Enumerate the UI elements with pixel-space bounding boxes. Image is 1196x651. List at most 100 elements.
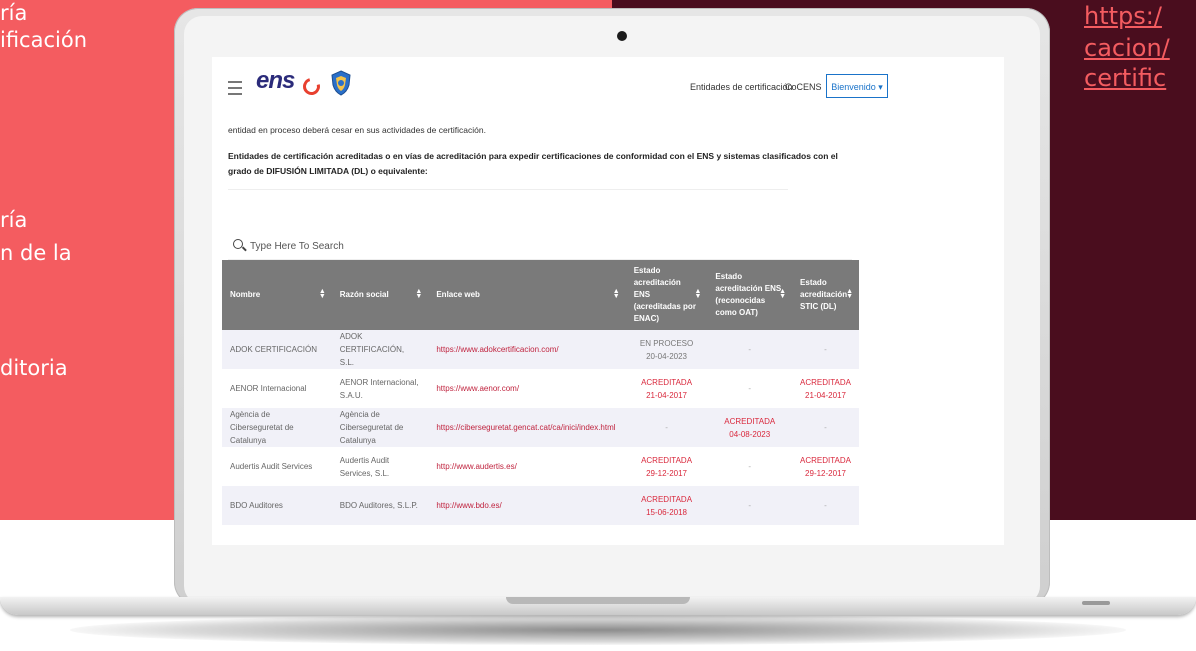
- status-text: ACREDITADA: [641, 494, 693, 504]
- sort-icon[interactable]: ▲ ▼: [779, 288, 786, 300]
- cell-nombre: Agència de Ciberseguretat de Catalunya: [222, 408, 332, 447]
- table-row: AENOR Internacional AENOR Internacional, …: [222, 369, 859, 408]
- cell-web-link[interactable]: http://www.audertis.es/: [428, 447, 626, 486]
- column-header-label: Estado acreditación ENS (acreditadas por…: [633, 266, 696, 323]
- user-menu-button[interactable]: Bienvenido ▾: [826, 74, 888, 98]
- table-body: ADOK CERTIFICACIÓN ADOK CERTIFICACIÓN, S.…: [222, 330, 859, 525]
- status-text: ACREDITADA: [724, 416, 776, 426]
- cell-stic-status: -: [792, 330, 859, 369]
- status-text: ACREDITADA: [641, 377, 693, 387]
- cell-nombre: AENOR Internacional: [222, 369, 332, 408]
- laptop-shadow: [70, 615, 1126, 645]
- cell-enac-status: ACREDITADA 29-12-2017: [625, 447, 708, 486]
- ens-logo-text[interactable]: ens: [256, 67, 295, 95]
- column-header-label: Estado acreditación ENS (reconocidas com…: [715, 272, 782, 317]
- cell-oat-status: -: [707, 486, 793, 525]
- status-date: 21-04-2017: [646, 390, 687, 400]
- cell-oat-status: ACREDITADA 04-08-2023: [707, 408, 793, 447]
- column-header-label: Nombre: [230, 290, 261, 299]
- cell-stic-status: ACREDITADA 29-12-2017: [792, 447, 859, 486]
- shield-icon: [331, 70, 351, 96]
- slide-url-link[interactable]: certific: [1084, 64, 1166, 93]
- main-content: entidad en proceso deberá cesar en sus a…: [212, 121, 1004, 545]
- cell-oat-status: -: [707, 369, 793, 408]
- slide-url-link[interactable]: https:/: [1084, 2, 1162, 31]
- table-row: ADOK CERTIFICACIÓN ADOK CERTIFICACIÓN, S.…: [222, 330, 859, 369]
- cell-razon-social: Audertis Audit Services, S.L.: [331, 447, 429, 486]
- cell-enac-status: -: [625, 408, 708, 447]
- status-text: -: [824, 423, 827, 432]
- nav-entidades-link[interactable]: Entidades de certificación: [690, 82, 793, 92]
- status-date: 29-12-2017: [646, 468, 687, 478]
- column-header-label: Estado acreditación STIC (DL): [800, 278, 848, 311]
- slide-text-fragment: ría: [0, 1, 28, 25]
- status-text: -: [748, 462, 752, 471]
- cell-razon-social: AENOR Internacional, S.A.U.: [331, 369, 429, 408]
- entities-table: Nombre ▲ ▼ Razón social ▲ ▼ Enlace web ▲ ▼ Est…: [222, 260, 859, 525]
- table-header-row: Nombre ▲ ▼ Razón social ▲ ▼ Enlace web ▲ ▼ Est…: [222, 260, 859, 330]
- webcam-icon: [617, 31, 627, 41]
- sort-icon[interactable]: ▲ ▼: [319, 288, 326, 300]
- cell-web-link[interactable]: http://www.bdo.es/: [428, 486, 626, 525]
- cell-oat-status: -: [707, 447, 793, 486]
- cell-web-link[interactable]: https://ciberseguretat.gencat.cat/ca/ini…: [428, 408, 626, 447]
- cell-web-link[interactable]: https://www.adokcertificacion.com/: [428, 330, 626, 369]
- sort-icon[interactable]: ▲ ▼: [846, 288, 853, 300]
- status-text: -: [824, 501, 827, 510]
- sort-icon[interactable]: ▲ ▼: [613, 288, 620, 300]
- status-date: 29-12-2017: [805, 468, 846, 478]
- ens-logo-icon: [299, 74, 324, 99]
- app-header: ens Entidades de certificación CoCENS Bi…: [212, 57, 1004, 122]
- column-header-stic[interactable]: Estado acreditación STIC (DL) ▲ ▼: [792, 260, 859, 330]
- cell-razon-social: BDO Auditores, S.L.P.: [331, 486, 429, 525]
- cell-nombre: ADOK CERTIFICACIÓN: [222, 330, 332, 369]
- cell-nombre: BDO Auditores: [222, 486, 332, 525]
- column-header-nombre[interactable]: Nombre ▲ ▼: [222, 260, 332, 330]
- intro-text: entidad en proceso deberá cesar en sus a…: [228, 125, 486, 135]
- cell-enac-status: ACREDITADA 21-04-2017: [625, 369, 708, 408]
- slide-text-fragment: ditoria: [0, 356, 68, 380]
- status-text: -: [665, 423, 668, 432]
- sort-icon[interactable]: ▲ ▼: [694, 288, 701, 300]
- column-header-razon[interactable]: Razón social ▲ ▼: [331, 260, 429, 330]
- search-input[interactable]: [248, 236, 552, 256]
- cell-enac-status: EN PROCESO 20-04-2023: [625, 330, 708, 369]
- status-text: -: [748, 384, 752, 393]
- nav-cocens-link[interactable]: CoCENS: [785, 82, 822, 92]
- slide-text-fragment: ificación: [0, 28, 88, 52]
- slide-text-fragment: n de la: [0, 241, 72, 265]
- status-date: 15-06-2018: [646, 507, 687, 517]
- divider: [228, 189, 788, 190]
- status-text: -: [748, 501, 752, 510]
- cell-oat-status: -: [707, 330, 793, 369]
- cell-razon-social: ADOK CERTIFICACIÓN, S.L.: [331, 330, 429, 369]
- laptop-notch: [506, 597, 690, 604]
- column-header-oat[interactable]: Estado acreditación ENS (reconocidas com…: [707, 260, 793, 330]
- status-text: ACREDITADA: [800, 377, 851, 387]
- column-header-enac[interactable]: Estado acreditación ENS (acreditadas por…: [625, 260, 708, 330]
- cell-stic-status: -: [792, 408, 859, 447]
- status-text: EN PROCESO: [639, 338, 694, 348]
- laptop-screen: ens Entidades de certificación CoCENS Bi…: [212, 57, 1004, 545]
- cell-web-link[interactable]: https://www.aenor.com/: [428, 369, 626, 408]
- table-row: Agència de Ciberseguretat de Catalunya Ag…: [222, 408, 859, 447]
- slide-url-link[interactable]: cacion/: [1084, 34, 1170, 63]
- table-row: BDO Auditores BDO Auditores, S.L.P. http:/…: [222, 486, 859, 525]
- column-header-label: Razón social: [339, 290, 389, 299]
- slide-text-fragment: ría: [0, 208, 28, 232]
- laptop-grip: [1082, 601, 1110, 605]
- sort-icon[interactable]: ▲ ▼: [415, 288, 422, 300]
- column-header-label: Enlace web: [436, 290, 480, 299]
- status-date: 20-04-2023: [646, 351, 687, 361]
- column-header-web[interactable]: Enlace web ▲ ▼: [428, 260, 626, 330]
- search-icon: [233, 239, 243, 249]
- cell-nombre: Audertis Audit Services: [222, 447, 332, 486]
- cell-razon-social: Agència de Ciberseguretat de Catalunya: [331, 408, 429, 447]
- cell-enac-status: ACREDITADA 15-06-2018: [625, 486, 708, 525]
- section-heading: Entidades de certificación acreditadas o…: [228, 151, 838, 176]
- hamburger-menu-icon[interactable]: [228, 81, 242, 95]
- status-date: 21-04-2017: [805, 390, 846, 400]
- cell-stic-status: -: [792, 486, 859, 525]
- status-text: ACREDITADA: [800, 455, 851, 465]
- search-bar: [228, 231, 852, 260]
